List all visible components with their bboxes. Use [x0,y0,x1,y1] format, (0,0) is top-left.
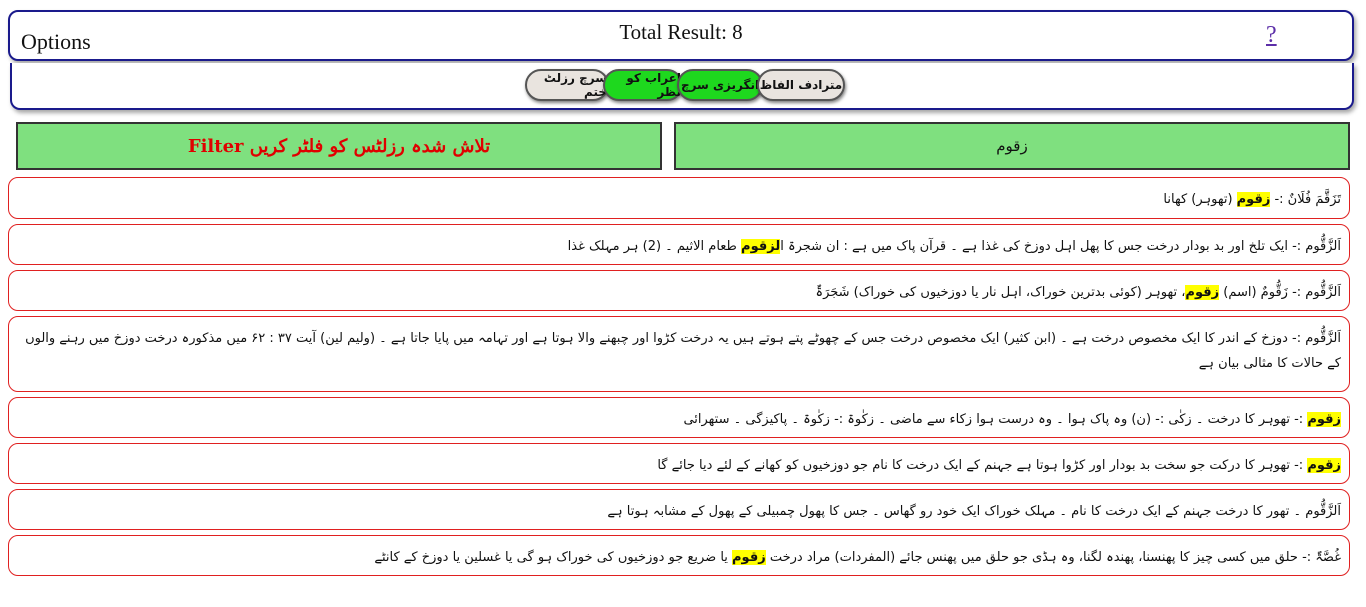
filter-label: تلاش شدہ رزلٹس کو فلٹر کریں Filter [187,135,491,157]
result-row: اَلزَّقُّوم :- ایک تلخ اور بد بودار درخت… [8,224,1350,265]
highlighted-term: زقوم [732,550,766,565]
highlighted-term: زقوم [1236,192,1271,207]
result-row: اَلزَّقُّوم ۔ تھور کا درخت جہنم کے ایک د… [8,489,1350,530]
search-input[interactable] [676,124,1348,168]
results-list: تَزَقَّمَ فُلَانٌ :- زقوم (تھوہر) کھانا … [8,177,1350,581]
result-row: اَلزَّقُّوم :- دوزخ کے اندر کا ایک مخصوص… [8,316,1350,392]
clear-search-results-button[interactable]: سرچ رزلٹ ختم [525,69,609,101]
highlighted-term: زقوم [1307,412,1341,427]
result-row: تَزَقَّمَ فُلَانٌ :- زقوم (تھوہر) کھانا [8,177,1350,219]
highlighted-term: زقوم [1185,285,1220,300]
total-result-label: Total Result: 8 [619,20,743,44]
english-search-button[interactable]: انگریزی سرچ [677,69,763,101]
result-row: اَلزَّقُّوم :- زَقُّومٌ (اسم) زقوم، تھوہ… [8,270,1350,311]
highlighted-term: لزقوم [741,239,781,254]
search-box [674,122,1350,170]
result-row: زقوم :- تھوہر کا درکت جو سخت بد بودار او… [8,443,1350,484]
header-bar: Options Total Result: 8 ? [8,10,1354,61]
diacritics-toggle-button[interactable]: اعراب کو نظر [603,69,683,101]
toolbar-buttons: سرچ رزلٹ ختم اعراب کو نظر انگریزی سرچ مت… [525,69,845,101]
synonyms-button[interactable]: مترادف الفاظ [757,69,845,101]
result-row: زقوم :- تھوہر کا درخت ۔ زکٰی :- (ن) وہ پ… [8,397,1350,438]
result-row: غُصَّۃٌ :- حلق میں کسی چیز کا پھنسنا، پھ… [8,535,1350,576]
filter-results-button[interactable]: تلاش شدہ رزلٹس کو فلٹر کریں Filter [16,122,662,170]
highlighted-term: زقوم [1307,458,1341,473]
help-link[interactable]: ? [1266,22,1277,49]
options-toolbar: سرچ رزلٹ ختم اعراب کو نظر انگریزی سرچ مت… [10,63,1354,110]
